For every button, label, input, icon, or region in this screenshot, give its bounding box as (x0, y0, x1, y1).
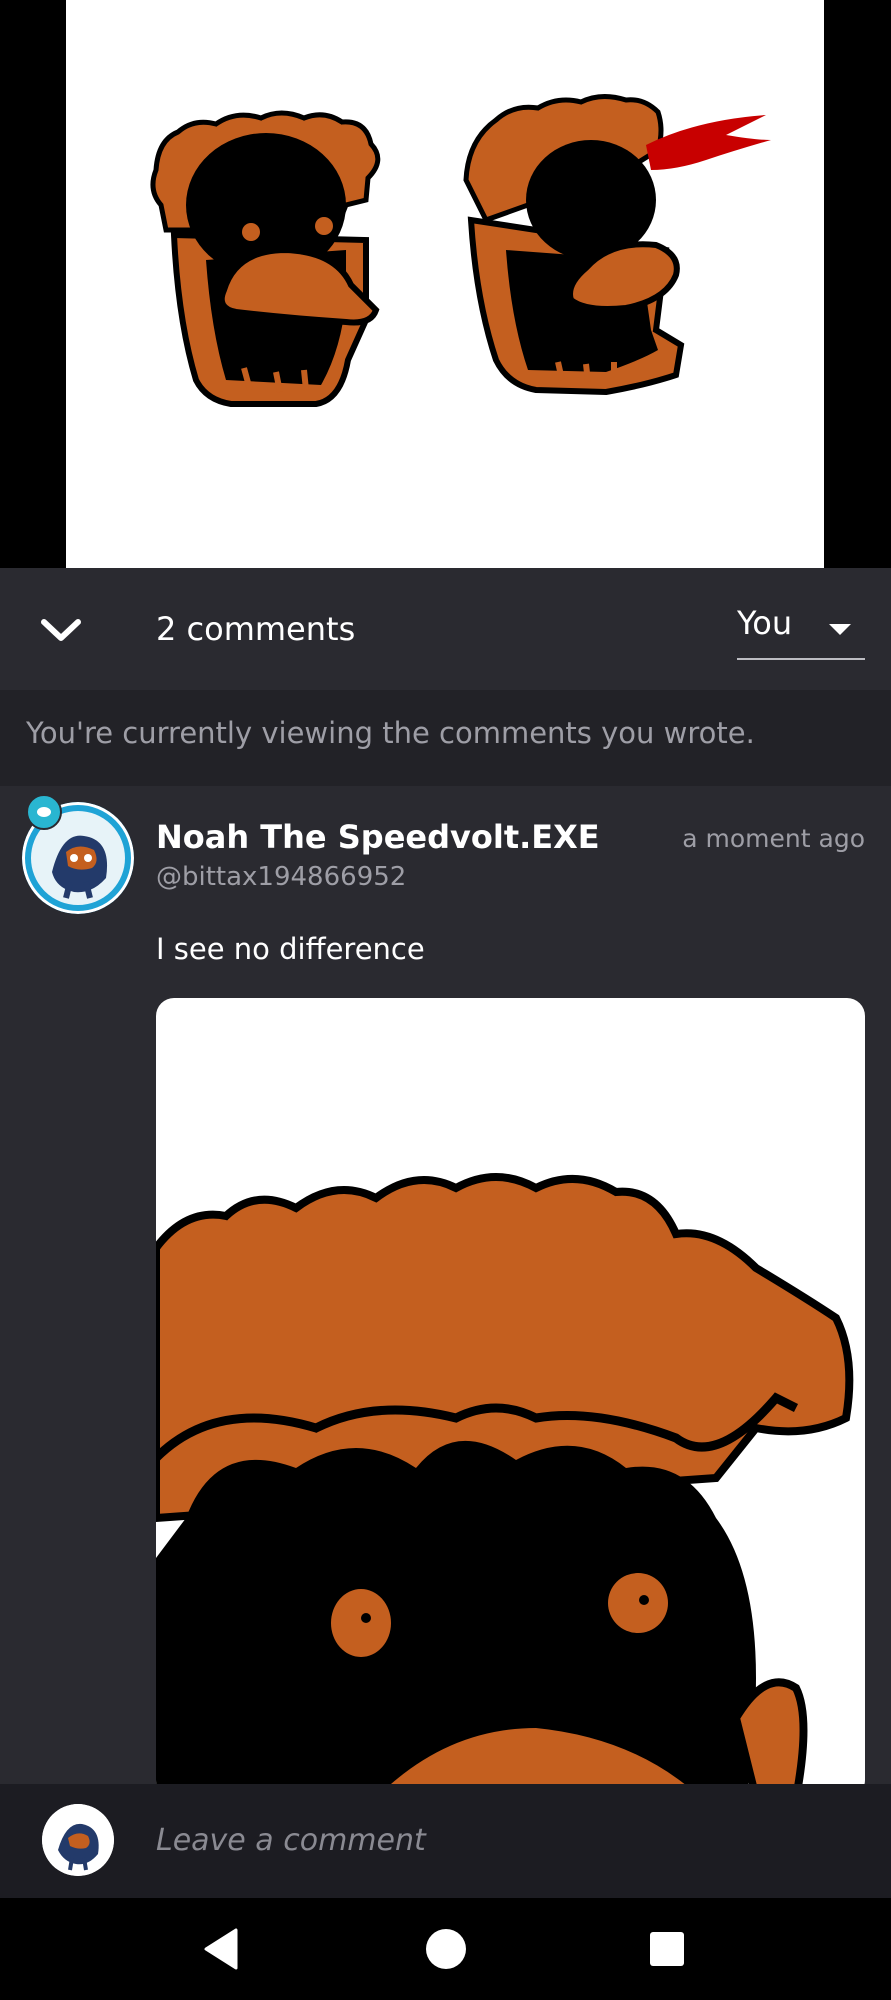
triangle-back-icon (204, 1928, 238, 1970)
comment-composer: Leave a comment (0, 1784, 891, 1898)
square-recent-icon (650, 1932, 684, 1966)
nav-recent-button[interactable] (642, 1924, 692, 1974)
system-nav-bar (0, 1898, 891, 2000)
user-badge-icon (26, 794, 62, 830)
comment-author-name[interactable]: Noah The Speedvolt.EXE (156, 818, 600, 856)
comment-attachment-image[interactable] (156, 998, 865, 1784)
comment-list: Noah The Speedvolt.EXE @bittax194866952 … (0, 786, 891, 1784)
nav-back-button[interactable] (198, 1924, 248, 1974)
comment-body: I see no difference (156, 932, 425, 966)
post-image[interactable] (66, 0, 824, 568)
comment-timestamp: a moment ago (682, 824, 865, 853)
circle-home-icon (426, 1929, 466, 1969)
right-head (463, 94, 771, 396)
comment-input[interactable]: Leave a comment (156, 1814, 856, 1868)
comment-author-handle[interactable]: @bittax194866952 (156, 862, 406, 892)
comments-header: 2 comments You (0, 568, 891, 691)
collapse-comments-button[interactable] (30, 598, 92, 660)
comment-filter-select[interactable]: You (737, 598, 865, 660)
post-media[interactable] (0, 0, 891, 568)
left-head (150, 110, 381, 407)
filter-selected-value: You (737, 604, 793, 642)
avatar-image (42, 1804, 114, 1876)
filter-notice: You're currently viewing the comments yo… (0, 690, 891, 786)
caret-down-icon (829, 624, 851, 635)
nav-home-button[interactable] (421, 1924, 471, 1974)
head-drawing (150, 94, 771, 407)
filter-notice-text: You're currently viewing the comments yo… (26, 716, 755, 750)
current-user-avatar (42, 1804, 114, 1876)
chevron-down-icon (41, 619, 81, 641)
zoomed-head-drawing (156, 1173, 854, 1784)
comment-count: 2 comments (156, 610, 356, 648)
